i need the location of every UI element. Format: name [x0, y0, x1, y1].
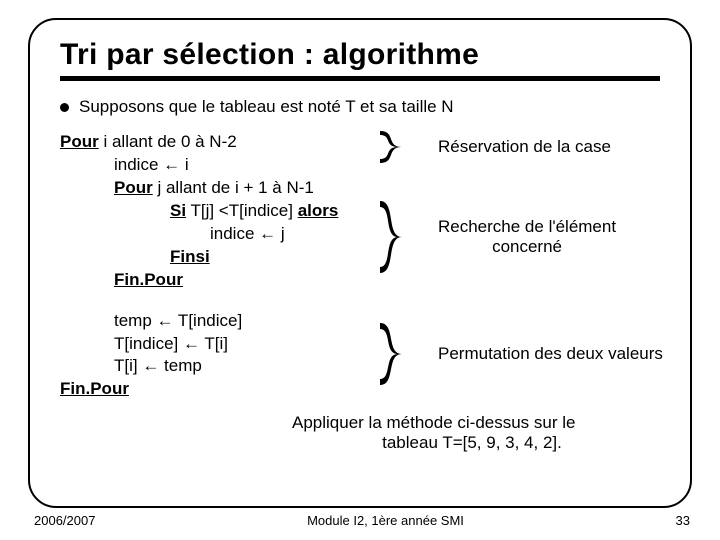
intro-row: Supposons que le tableau est noté T et s…: [60, 97, 660, 117]
slide-title: Tri par sélection : algorithme: [60, 38, 660, 72]
algorithm-block: Pour i allant de 0 à N-2 indice ← i Pour…: [60, 131, 338, 401]
kw-si: Si: [170, 201, 186, 220]
title-rule: [60, 76, 660, 81]
algo-line: T[i] ← temp: [114, 355, 338, 378]
spacer: [60, 292, 338, 310]
callout-text: Réservation de la case: [438, 137, 611, 157]
exercise-block: Appliquer la méthode ci-dessus sur le ta…: [292, 413, 652, 454]
intro-text: Supposons que le tableau est noté T et s…: [79, 97, 454, 117]
footer-left: 2006/2007: [34, 513, 95, 528]
exercise-line: Appliquer la méthode ci-dessus sur le: [292, 413, 652, 433]
kw-alors: alors: [298, 201, 339, 220]
content-area: Pour i allant de 0 à N-2 indice ← i Pour…: [60, 131, 660, 471]
callout-line: Recherche de l'élément: [438, 217, 616, 237]
algo-text: i allant de 0 à N-2: [99, 132, 237, 151]
algo-line: indice ← j: [210, 223, 338, 246]
algo-text: j allant de i + 1 à N-1: [153, 178, 314, 197]
algo-text: T[j] <T[indice]: [186, 201, 298, 220]
algo-line: Pour j allant de i + 1 à N-1: [114, 177, 338, 200]
brace-icon: [378, 127, 432, 167]
callout-text: Permutation des deux valeurs: [438, 344, 663, 364]
callout-line: concerné: [438, 237, 616, 257]
footer-center: Module I2, 1ère année SMI: [95, 513, 675, 528]
algo-line: indice ← i: [114, 154, 338, 177]
kw-finpour: Fin.Pour: [60, 378, 338, 401]
brace-icon: [378, 197, 432, 277]
exercise-line: tableau T=[5, 9, 3, 4, 2].: [292, 433, 652, 453]
slide-frame: Tri par sélection : algorithme Supposons…: [28, 18, 692, 508]
callout-text: Recherche de l'élément concerné: [438, 217, 616, 256]
footer-right: 33: [676, 513, 690, 528]
callout-reservation: Réservation de la case: [378, 127, 611, 167]
callout-recherche: Recherche de l'élément concerné: [378, 197, 616, 277]
algo-line: Pour i allant de 0 à N-2: [60, 131, 338, 154]
algo-line: Si T[j] <T[indice] alors: [170, 200, 338, 223]
kw-finsi: Finsi: [170, 246, 338, 269]
bullet-icon: [60, 103, 69, 112]
kw-pour: Pour: [114, 178, 153, 197]
slide-footer: 2006/2007 Module I2, 1ère année SMI 33: [34, 513, 690, 528]
algo-line: T[indice] ← T[i]: [114, 333, 338, 356]
kw-pour: Pour: [60, 132, 99, 151]
algo-line: temp ← T[indice]: [114, 310, 338, 333]
callout-permutation: Permutation des deux valeurs: [378, 319, 663, 389]
kw-finpour: Fin.Pour: [114, 269, 338, 292]
brace-icon: [378, 319, 432, 389]
